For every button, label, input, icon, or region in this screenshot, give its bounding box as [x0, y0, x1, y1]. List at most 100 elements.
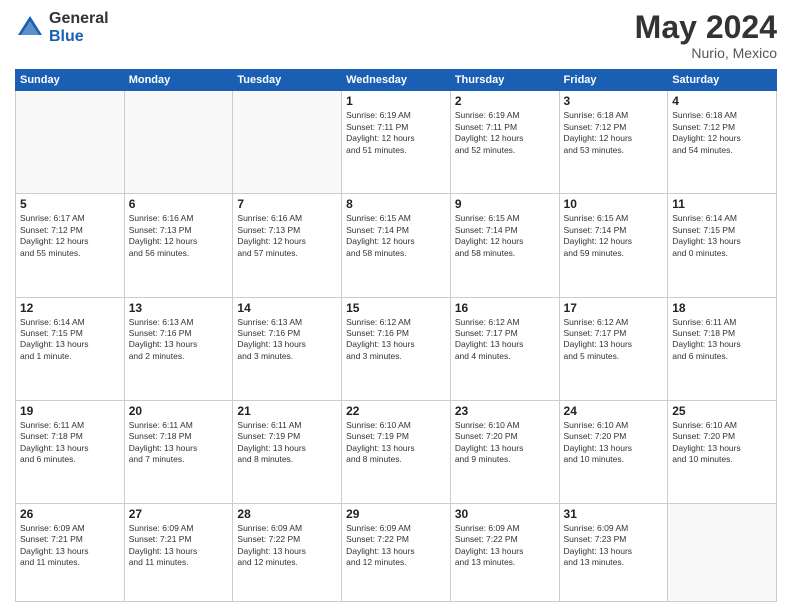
day-info: Sunrise: 6:15 AM Sunset: 7:14 PM Dayligh…: [564, 213, 664, 259]
day-number: 5: [20, 197, 120, 211]
calendar-cell: 26 Sunrise: 6:09 AM Sunset: 7:21 PM Dayli…: [16, 503, 125, 601]
day-info: Sunrise: 6:12 AM Sunset: 7:17 PM Dayligh…: [564, 317, 664, 363]
calendar-week-3: 12 Sunrise: 6:14 AM Sunset: 7:15 PM Dayli…: [16, 297, 777, 400]
day-number: 4: [672, 94, 772, 108]
day-number: 28: [237, 507, 337, 521]
day-info: Sunrise: 6:09 AM Sunset: 7:22 PM Dayligh…: [455, 523, 555, 569]
day-number: 30: [455, 507, 555, 521]
day-number: 7: [237, 197, 337, 211]
day-number: 3: [564, 94, 664, 108]
calendar-week-2: 5 Sunrise: 6:17 AM Sunset: 7:12 PM Daylig…: [16, 194, 777, 297]
logo: General Blue: [15, 10, 109, 45]
col-thursday: Thursday: [450, 70, 559, 91]
day-info: Sunrise: 6:11 AM Sunset: 7:18 PM Dayligh…: [672, 317, 772, 363]
day-number: 20: [129, 404, 229, 418]
calendar-cell: [233, 91, 342, 194]
day-number: 31: [564, 507, 664, 521]
page: General Blue May 2024 Nurio, Mexico Sund…: [0, 0, 792, 612]
day-info: Sunrise: 6:09 AM Sunset: 7:21 PM Dayligh…: [129, 523, 229, 569]
day-info: Sunrise: 6:12 AM Sunset: 7:16 PM Dayligh…: [346, 317, 446, 363]
col-monday: Monday: [124, 70, 233, 91]
calendar-cell: 20Sunrise: 6:11 AM Sunset: 7:18 PM Dayli…: [124, 400, 233, 503]
day-number: 29: [346, 507, 446, 521]
day-info: Sunrise: 6:15 AM Sunset: 7:14 PM Dayligh…: [455, 213, 555, 259]
day-number: 17: [564, 301, 664, 315]
day-number: 11: [672, 197, 772, 211]
calendar-cell: 12 Sunrise: 6:14 AM Sunset: 7:15 PM Dayli…: [16, 297, 125, 400]
day-number: 18: [672, 301, 772, 315]
logo-icon: [15, 13, 45, 43]
month-year: May 2024: [635, 10, 777, 45]
col-friday: Friday: [559, 70, 668, 91]
day-info: Sunrise: 6:12 AM Sunset: 7:17 PM Dayligh…: [455, 317, 555, 363]
calendar-cell: 10 Sunrise: 6:15 AM Sunset: 7:14 PM Dayli…: [559, 194, 668, 297]
day-number: 2: [455, 94, 555, 108]
calendar-cell: 22 Sunrise: 6:10 AM Sunset: 7:19 PM Dayli…: [342, 400, 451, 503]
day-info: Sunrise: 6:11 AM Sunset: 7:19 PM Dayligh…: [237, 420, 337, 466]
calendar-cell: 14 Sunrise: 6:13 AM Sunset: 7:16 PM Dayli…: [233, 297, 342, 400]
day-info: Sunrise: 6:10 AM Sunset: 7:20 PM Dayligh…: [672, 420, 772, 466]
day-info: Sunrise: 6:14 AM Sunset: 7:15 PM Dayligh…: [20, 317, 120, 363]
day-number: 26: [20, 507, 120, 521]
calendar-week-5: 26 Sunrise: 6:09 AM Sunset: 7:21 PM Dayli…: [16, 503, 777, 601]
calendar-cell: 13Sunrise: 6:13 AM Sunset: 7:16 PM Dayli…: [124, 297, 233, 400]
day-info: Sunrise: 6:18 AM Sunset: 7:12 PM Dayligh…: [672, 110, 772, 156]
col-sunday: Sunday: [16, 70, 125, 91]
day-number: 16: [455, 301, 555, 315]
day-number: 12: [20, 301, 120, 315]
day-info: Sunrise: 6:09 AM Sunset: 7:21 PM Dayligh…: [20, 523, 120, 569]
calendar-cell: 23Sunrise: 6:10 AM Sunset: 7:20 PM Dayli…: [450, 400, 559, 503]
day-number: 14: [237, 301, 337, 315]
day-number: 13: [129, 301, 229, 315]
calendar-cell: 31Sunrise: 6:09 AM Sunset: 7:23 PM Dayli…: [559, 503, 668, 601]
calendar-cell: 28Sunrise: 6:09 AM Sunset: 7:22 PM Dayli…: [233, 503, 342, 601]
header: General Blue May 2024 Nurio, Mexico: [15, 10, 777, 61]
calendar-cell: 16 Sunrise: 6:12 AM Sunset: 7:17 PM Dayli…: [450, 297, 559, 400]
day-info: Sunrise: 6:10 AM Sunset: 7:19 PM Dayligh…: [346, 420, 446, 466]
calendar-cell: 11 Sunrise: 6:14 AM Sunset: 7:15 PM Dayli…: [668, 194, 777, 297]
calendar-cell: 29 Sunrise: 6:09 AM Sunset: 7:22 PM Dayli…: [342, 503, 451, 601]
day-info: Sunrise: 6:19 AM Sunset: 7:11 PM Dayligh…: [455, 110, 555, 156]
day-number: 10: [564, 197, 664, 211]
col-wednesday: Wednesday: [342, 70, 451, 91]
calendar-cell: 9 Sunrise: 6:15 AM Sunset: 7:14 PM Daylig…: [450, 194, 559, 297]
day-number: 1: [346, 94, 446, 108]
calendar-cell: 3Sunrise: 6:18 AM Sunset: 7:12 PM Daylig…: [559, 91, 668, 194]
day-info: Sunrise: 6:16 AM Sunset: 7:13 PM Dayligh…: [129, 213, 229, 259]
day-info: Sunrise: 6:16 AM Sunset: 7:13 PM Dayligh…: [237, 213, 337, 259]
logo-text: General Blue: [49, 10, 109, 45]
calendar-cell: [124, 91, 233, 194]
day-info: Sunrise: 6:09 AM Sunset: 7:22 PM Dayligh…: [346, 523, 446, 569]
title-block: May 2024 Nurio, Mexico: [635, 10, 777, 61]
day-number: 15: [346, 301, 446, 315]
day-number: 23: [455, 404, 555, 418]
day-number: 22: [346, 404, 446, 418]
day-number: 19: [20, 404, 120, 418]
calendar-cell: 25Sunrise: 6:10 AM Sunset: 7:20 PM Dayli…: [668, 400, 777, 503]
day-number: 24: [564, 404, 664, 418]
calendar-cell: 2 Sunrise: 6:19 AM Sunset: 7:11 PM Daylig…: [450, 91, 559, 194]
calendar-cell: 1Sunrise: 6:19 AM Sunset: 7:11 PM Daylig…: [342, 91, 451, 194]
calendar-cell: 24 Sunrise: 6:10 AM Sunset: 7:20 PM Dayli…: [559, 400, 668, 503]
day-info: Sunrise: 6:13 AM Sunset: 7:16 PM Dayligh…: [237, 317, 337, 363]
day-info: Sunrise: 6:10 AM Sunset: 7:20 PM Dayligh…: [564, 420, 664, 466]
header-row: Sunday Monday Tuesday Wednesday Thursday…: [16, 70, 777, 91]
day-number: 21: [237, 404, 337, 418]
day-number: 8: [346, 197, 446, 211]
day-info: Sunrise: 6:17 AM Sunset: 7:12 PM Dayligh…: [20, 213, 120, 259]
calendar-cell: 19 Sunrise: 6:11 AM Sunset: 7:18 PM Dayli…: [16, 400, 125, 503]
calendar-cell: 15 Sunrise: 6:12 AM Sunset: 7:16 PM Dayli…: [342, 297, 451, 400]
calendar-cell: 5 Sunrise: 6:17 AM Sunset: 7:12 PM Daylig…: [16, 194, 125, 297]
calendar-cell: 27Sunrise: 6:09 AM Sunset: 7:21 PM Dayli…: [124, 503, 233, 601]
col-saturday: Saturday: [668, 70, 777, 91]
calendar-cell: 7 Sunrise: 6:16 AM Sunset: 7:13 PM Daylig…: [233, 194, 342, 297]
calendar-week-1: 1 Sunrise: 6:19 AM Sunset: 7:11 PM Daylig…: [16, 91, 777, 194]
day-info: Sunrise: 6:15 AM Sunset: 7:14 PM Dayligh…: [346, 213, 446, 259]
calendar-cell: 30 Sunrise: 6:09 AM Sunset: 7:22 PM Dayli…: [450, 503, 559, 601]
calendar-cell: [16, 91, 125, 194]
day-info: Sunrise: 6:14 AM Sunset: 7:15 PM Dayligh…: [672, 213, 772, 259]
calendar-week-4: 19 Sunrise: 6:11 AM Sunset: 7:18 PM Dayli…: [16, 400, 777, 503]
calendar-cell: 17 Sunrise: 6:12 AM Sunset: 7:17 PM Dayli…: [559, 297, 668, 400]
day-number: 9: [455, 197, 555, 211]
day-info: Sunrise: 6:11 AM Sunset: 7:18 PM Dayligh…: [20, 420, 120, 466]
